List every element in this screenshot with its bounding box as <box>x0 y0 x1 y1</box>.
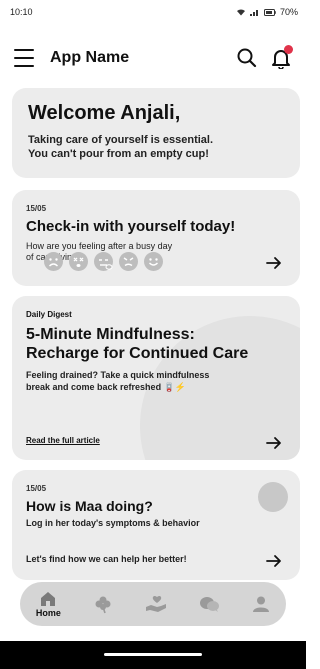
welcome-line-2: You can't pour from an empty cup! <box>28 148 209 160</box>
arrow-right-icon[interactable] <box>266 256 282 270</box>
battery-percent: 70% <box>279 7 298 17</box>
avatar <box>258 482 288 512</box>
home-indicator[interactable] <box>104 653 202 656</box>
tired-face-icon[interactable] <box>94 252 113 271</box>
maa-desc: Log in her today's symptoms & behavior <box>26 518 200 528</box>
digest-content: Daily Digest 5-Minute Mindfulness: Recha… <box>26 310 286 393</box>
mood-selector <box>44 252 163 271</box>
chat-bubbles-icon <box>200 597 220 612</box>
app-bar: App Name <box>0 42 306 74</box>
profile-icon <box>253 596 270 612</box>
digest-title-line-1: 5-Minute Mindfulness: <box>26 326 195 343</box>
search-icon <box>237 48 257 68</box>
home-icon <box>41 591 56 606</box>
digest-label: Daily Digest <box>26 310 72 319</box>
welcome-title: Welcome Anjali, <box>28 102 181 124</box>
daily-digest-card[interactable]: Daily Digest 5-Minute Mindfulness: Recha… <box>12 296 300 460</box>
battery-icon <box>263 8 276 16</box>
maa-title: How is Maa doing? <box>26 498 153 514</box>
menu-icon <box>14 49 34 51</box>
welcome-card: Welcome Anjali, Taking care of yourself … <box>12 88 300 178</box>
arrow-right-icon[interactable] <box>266 554 282 568</box>
digest-desc-line-2: break and come back refreshed 🪫⚡ <box>26 382 186 392</box>
status-icons: 70% <box>236 7 298 17</box>
happy-face-icon[interactable] <box>144 252 163 271</box>
menu-icon-line <box>14 65 34 67</box>
checkin-date: 15/05 <box>26 204 47 213</box>
checkin-desc-line-1: How are you feeling after a busy day <box>26 241 173 251</box>
bottom-nav: Home <box>20 582 286 626</box>
app-actions <box>236 45 293 70</box>
search-button[interactable] <box>236 47 258 69</box>
welcome-line-1: Taking care of yourself is essential. <box>28 134 214 146</box>
nav-item-chat[interactable] <box>198 595 220 613</box>
status-bar: 10:10 70% <box>0 0 306 24</box>
care-hands-icon <box>145 595 166 612</box>
nav-label-home: Home <box>35 607 61 618</box>
digest-desc-line-1: Feeling drained? Take a quick mindfulnes… <box>26 370 210 380</box>
digest-title-line-2: Recharge for Continued Care <box>26 345 249 362</box>
menu-icon-line <box>14 57 34 59</box>
nav-item-clover[interactable] <box>93 594 113 614</box>
app-title: App Name <box>50 49 130 66</box>
checkin-card[interactable]: 15/05 Check-in with yourself today! How … <box>12 190 300 286</box>
maa-date: 15/05 <box>26 484 47 493</box>
nav-item-care[interactable] <box>145 595 167 613</box>
very-sad-face-icon[interactable] <box>44 252 63 271</box>
notifications-button[interactable] <box>270 45 293 70</box>
wifi-icon <box>236 9 245 16</box>
checkin-title: Check-in with yourself today! <box>26 218 236 235</box>
maa-cta[interactable]: Let's find how we can help her better! <box>26 554 187 564</box>
nav-item-profile[interactable] <box>252 595 270 613</box>
menu-button[interactable] <box>14 49 34 67</box>
read-article-link[interactable]: Read the full article <box>26 436 100 445</box>
nav-item-home[interactable]: Home <box>36 591 61 618</box>
status-time: 10:10 <box>10 7 33 17</box>
dizzy-face-icon[interactable] <box>69 252 88 271</box>
notification-dot <box>284 45 293 54</box>
system-nav-bar <box>0 641 306 669</box>
clover-icon <box>95 596 111 614</box>
arrow-right-icon[interactable] <box>266 436 282 450</box>
angry-face-icon[interactable] <box>119 252 138 271</box>
signal-icon <box>249 10 258 16</box>
maa-status-card[interactable]: 15/05 How is Maa doing? Log in her today… <box>12 470 300 580</box>
